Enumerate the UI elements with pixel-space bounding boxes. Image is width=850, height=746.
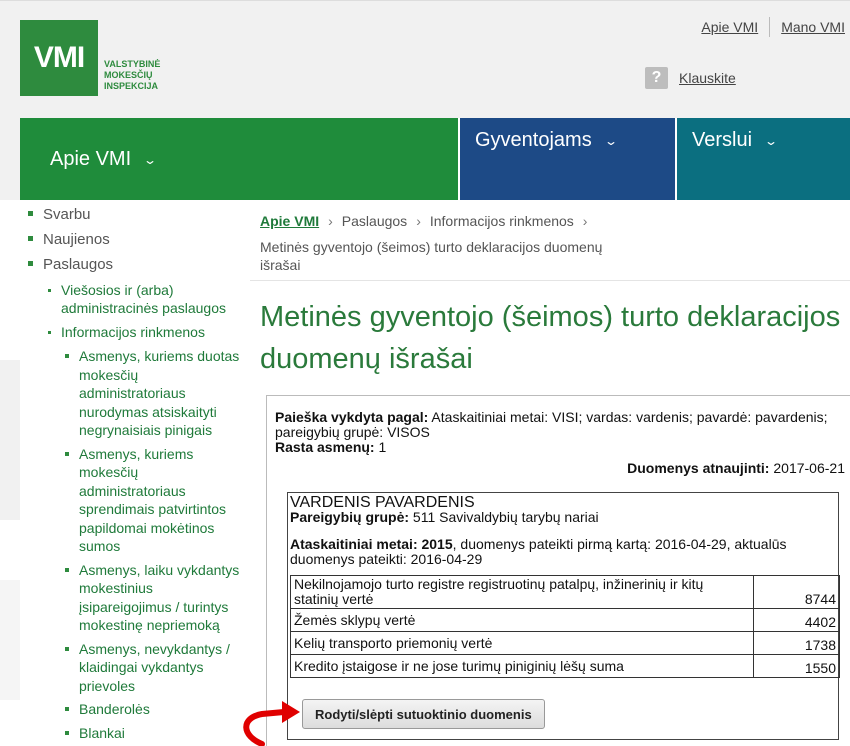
chevron-right-icon: › (582, 213, 588, 229)
table-row: Nekilnojamojo turto registre registruoti… (290, 575, 840, 609)
bullet-icon (65, 646, 69, 651)
chevron-down-icon[interactable]: ⌄ (604, 134, 618, 148)
sidebar-subitem[interactable]: Informacijos rinkmenos (48, 323, 243, 341)
breadcrumb-item[interactable]: Paslaugos (342, 213, 407, 229)
logo-text: VALSTYBINĖ MOKESČIŲ INSPEKCIJA (104, 59, 160, 92)
row-value: 4402 (753, 608, 840, 632)
sidebar-subsubitem[interactable]: Asmenys, kuriems mokesčių administratori… (65, 445, 243, 556)
asset-table: Nekilnojamojo turto registre registruoti… (290, 575, 840, 678)
row-value: 1738 (753, 631, 840, 655)
nav-label[interactable]: Verslui (692, 129, 752, 152)
nav-label[interactable]: Apie VMI (50, 148, 131, 171)
chevron-right-icon: › (416, 213, 421, 229)
row-value: 8744 (753, 575, 840, 609)
person-name: VARDENIS PAVARDENIS (290, 494, 475, 511)
search-summary: Paieška vykdyta pagal: Ataskaitiniai met… (275, 410, 850, 455)
nav-gyventojams[interactable]: Gyventojams ⌄ (458, 118, 675, 200)
updated-label: Duomenys atnaujinti: (627, 460, 770, 476)
table-row: Kredito įstaigose ir ne jose turimų pini… (290, 654, 840, 678)
nav-label[interactable]: Gyventojams (475, 129, 592, 152)
curved-arrow-icon (243, 701, 300, 746)
sidebar-item-paslaugos[interactable]: Paslaugos (28, 256, 243, 273)
ask-link[interactable]: ? Klauskite (645, 67, 736, 89)
sidebar-subsubitem[interactable]: Banderolės (65, 700, 243, 719)
bullet-icon (28, 236, 33, 241)
question-icon[interactable]: ? (645, 67, 668, 89)
sidebar-subsubitem-label[interactable]: Asmenys, kuriems mokesčių administratori… (79, 445, 243, 556)
bullet-icon (48, 289, 51, 292)
sidebar-subitem[interactable]: Viešosios ir (arba) administracinės pasl… (48, 281, 243, 317)
divider (769, 17, 771, 37)
bullet-icon (65, 354, 69, 358)
sidebar-subsubitem-label[interactable]: Banderolės (79, 700, 150, 719)
sidebar-subsubitem-label[interactable]: Blankai (79, 724, 125, 743)
sidebar-item-label[interactable]: Svarbu (43, 206, 91, 223)
sidebar-subsubitem-label[interactable]: Asmenys, laiku vykdantys mokestinius įsi… (79, 561, 243, 635)
toggle-spouse-button[interactable]: Rodyti/slėpti sutuoktinio duomenis (302, 699, 545, 729)
sidebar-subsubitem[interactable]: Asmenys, laiku vykdantys mokestinius įsi… (65, 561, 243, 635)
sidebar-subsubitem[interactable]: Asmenys, nevykdantys / klaidingai vykdan… (65, 640, 243, 696)
logo-text-line: VALSTYBINĖ (104, 59, 161, 69)
results-panel: Paieška vykdyta pagal: Ataskaitiniai met… (266, 395, 850, 746)
found-label: Rasta asmenų: (275, 439, 375, 455)
left-edge-shade (0, 580, 20, 700)
chevron-right-icon: › (328, 213, 333, 229)
group-value: 511 Savivaldybių tarybų nariai (409, 509, 599, 525)
table-row: Kelių transporto priemonių vertė 1738 (290, 631, 840, 655)
year-label: Ataskaitiniai metai: 2015 (290, 536, 453, 552)
bullet-icon (65, 567, 69, 572)
breadcrumb: Apie VMI › Paslaugos › Informacijos rinkmeno… (260, 212, 620, 274)
top-link-apie-vmi[interactable]: Apie VMI (701, 19, 758, 35)
top-links: Apie VMI Mano VMI (701, 17, 845, 37)
left-edge-shade (0, 360, 20, 520)
bullet-icon (28, 261, 33, 266)
sidebar-item-label[interactable]: Paslaugos (43, 256, 113, 273)
row-label: Žemės sklypų vertė (290, 608, 754, 632)
table-row: Žemės sklypų vertė 4402 (290, 608, 840, 632)
sidebar-item-naujienos[interactable]: Naujienos (28, 231, 243, 248)
row-value: 1550 (753, 654, 840, 678)
ask-label[interactable]: Klauskite (679, 70, 736, 86)
bullet-icon (65, 730, 69, 735)
sidebar-item-svarbu[interactable]: Svarbu (28, 206, 243, 223)
updated-value: 2017-06-21 (769, 460, 845, 476)
sidebar-item-label[interactable]: Naujienos (43, 231, 110, 248)
sidebar-subitem-label[interactable]: Informacijos rinkmenos (61, 323, 205, 341)
top-link-mano-vmi[interactable]: Mano VMI (781, 19, 845, 35)
nav-apie-vmi[interactable]: Apie VMI ⌄ (20, 118, 458, 200)
sidebar-subsubitem-label[interactable]: Asmenys, kuriems duotas mokesčių adminis… (79, 347, 243, 440)
bullet-icon (48, 331, 51, 334)
breadcrumb-item[interactable]: Informacijos rinkmenos (430, 213, 574, 229)
sidebar-subitem-label[interactable]: Viešosios ir (arba) administracinės pasl… (61, 281, 243, 317)
page-title: Metinės gyventojo (šeimos) turto deklara… (260, 301, 841, 375)
nav-verslui[interactable]: Verslui ⌄ (675, 118, 850, 200)
nav-gutter (0, 118, 20, 200)
chevron-down-icon[interactable]: ⌄ (764, 134, 778, 148)
bullet-icon (65, 707, 69, 711)
search-label: Paieška vykdyta pagal: (275, 409, 429, 425)
sidebar-subsubitem-label[interactable]: Asmenys, nevykdantys / klaidingai vykdan… (79, 640, 243, 696)
logo-text-line: INSPEKCIJA (104, 81, 159, 91)
bullet-icon (28, 211, 33, 216)
breadcrumb-current: Metinės gyventojo (šeimos) turto deklara… (260, 239, 603, 273)
vmi-logo[interactable]: VMI (20, 20, 98, 96)
found-count: 1 (374, 439, 387, 455)
bullet-icon (65, 451, 69, 456)
row-label: Kredito įstaigose ir ne jose turimų pini… (290, 654, 754, 678)
row-label: Kelių transporto priemonių vertė (290, 631, 754, 655)
row-label: Nekilnojamojo turto registre registruoti… (290, 575, 754, 609)
group-label: Pareigybių grupė: (290, 509, 410, 525)
divider (250, 280, 850, 281)
logo-text-line: MOKESČIŲ (104, 70, 153, 80)
updated-date: Duomenys atnaujinti: 2017-06-21 (627, 460, 845, 476)
site-header: VMI VALSTYBINĖ MOKESČIŲ INSPEKCIJA Apie … (0, 0, 850, 118)
chevron-down-icon[interactable]: ⌄ (143, 153, 157, 167)
sidebar-subsubitem[interactable]: Asmenys, kuriems duotas mokesčių adminis… (65, 347, 243, 440)
person-record: VARDENIS PAVARDENIS Pareigybių grupė: 51… (287, 492, 840, 740)
record-header: VARDENIS PAVARDENIS Pareigybių grupė: 51… (290, 495, 840, 567)
sidebar-menu: Svarbu Naujienos Paslaugos Viešosios ir … (28, 206, 243, 746)
sidebar-subsubitem[interactable]: Blankai (65, 724, 243, 743)
breadcrumb-link[interactable]: Apie VMI (260, 213, 319, 229)
